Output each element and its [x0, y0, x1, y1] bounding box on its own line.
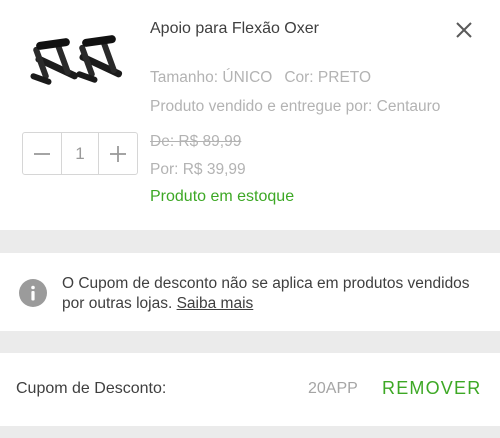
quantity-stepper: 1: [22, 132, 138, 175]
increase-quantity-button[interactable]: [99, 133, 137, 174]
cart-item-card: Apoio para Flexão Oxer Tamanho: ÚNICO Cor…: [0, 0, 500, 230]
coupon-info-text: O Cupom de desconto não se aplica em pro…: [62, 275, 470, 312]
coupon-label: Cupom de Desconto:: [16, 380, 167, 397]
info-icon: [19, 279, 47, 307]
product-color: Cor: PRETO: [284, 69, 372, 86]
plus-icon: [110, 145, 126, 162]
minus-icon: [34, 152, 50, 155]
current-price: Por: R$ 39,99: [150, 161, 246, 178]
coupon-code: 20APP: [308, 380, 358, 397]
decrease-quantity-button[interactable]: [23, 133, 61, 174]
product-size: Tamanho: ÚNICO: [150, 69, 273, 86]
learn-more-link[interactable]: Saiba mais: [177, 295, 254, 312]
close-icon[interactable]: [452, 18, 476, 42]
coupon-info-message: O Cupom de desconto não se aplica em pro…: [62, 274, 482, 314]
product-seller: Produto vendido e entregue por: Centauro: [150, 98, 441, 115]
push-up-bars-image: [30, 35, 123, 85]
remove-coupon-button[interactable]: REMOVER: [382, 378, 481, 399]
product-attributes: Tamanho: ÚNICO Cor: PRETO: [150, 69, 371, 87]
product-title: Apoio para Flexão Oxer: [150, 20, 319, 37]
old-price: De: R$ 89,99: [150, 133, 242, 150]
quantity-value[interactable]: 1: [61, 133, 99, 174]
stock-status: Produto em estoque: [150, 188, 295, 205]
